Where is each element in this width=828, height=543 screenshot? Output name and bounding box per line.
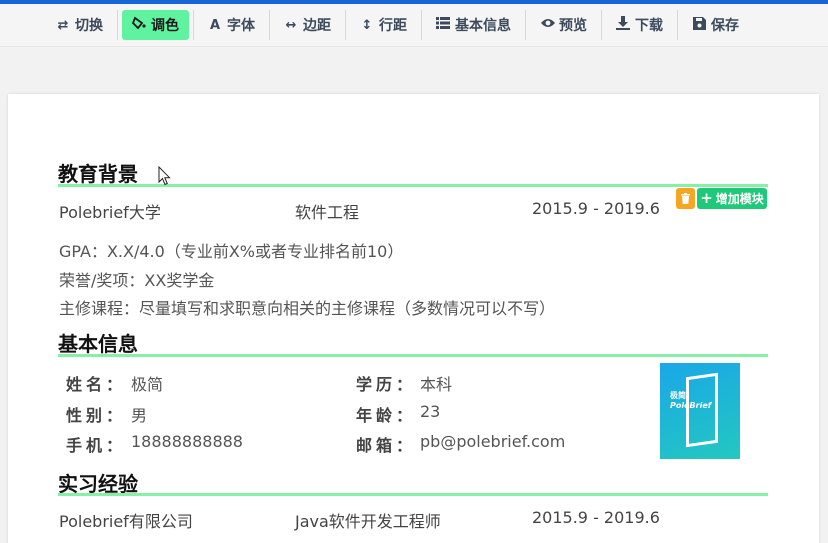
toolbar-divider <box>525 10 526 40</box>
internship-period[interactable]: 2015.9 - 2019.6 <box>532 508 660 527</box>
floppy-disk-icon <box>692 16 706 34</box>
internship-company[interactable]: Polebrief有限公司 <box>59 508 193 532</box>
switch-label: 切换 <box>75 18 103 34</box>
avatar-logo-text: 极简 PoleBrief <box>670 391 712 410</box>
internship-divider <box>58 493 768 496</box>
line-spacing-label: 行距 <box>379 18 407 34</box>
resume-page: 教育背景 + 增加模块 Polebrief大学 软件工程 2015.9 - 20… <box>8 94 819 543</box>
name-value[interactable]: 极简 <box>131 371 163 395</box>
avatar[interactable]: 极简 PoleBrief <box>660 363 740 459</box>
toolbar-divider <box>421 10 422 40</box>
line-spacing-button[interactable]: ↕ 行距 <box>350 10 417 40</box>
gender-label: 性别： <box>66 406 127 425</box>
switch-button[interactable]: ⇄ 切换 <box>46 10 113 40</box>
degree-value[interactable]: 本科 <box>420 371 452 395</box>
education-school[interactable]: Polebrief大学 <box>59 199 161 223</box>
font-icon: A <box>209 17 221 33</box>
preview-label: 预览 <box>559 18 587 34</box>
education-title[interactable]: 教育背景 <box>58 158 138 187</box>
education-honors[interactable]: 荣誉/奖项：XX奖学金 <box>59 267 214 291</box>
basic-info-button[interactable]: 基本信息 <box>426 10 521 40</box>
color-button[interactable]: 调色 <box>122 10 189 40</box>
education-gpa[interactable]: GPA：X.X/4.0（专业前X%或者专业排名前10） <box>59 238 403 262</box>
delete-module-button[interactable] <box>676 188 695 209</box>
toolbar-divider <box>601 10 602 40</box>
basic-info-label: 基本信息 <box>455 18 511 34</box>
vertical-arrows-icon: ↕ <box>361 17 373 33</box>
phone-value[interactable]: 18888888888 <box>131 432 243 451</box>
name-label: 姓名： <box>66 375 127 394</box>
save-button[interactable]: 保存 <box>682 10 749 40</box>
education-courses[interactable]: 主修课程：尽量填写和求职意向相关的主修课程（多数情况可以不写） <box>59 295 555 319</box>
education-period[interactable]: 2015.9 - 2019.6 <box>532 199 660 218</box>
download-label: 下载 <box>635 18 663 34</box>
plus-icon: + <box>700 189 713 207</box>
age-label: 年龄： <box>356 406 417 425</box>
save-label: 保存 <box>711 18 739 34</box>
degree-label: 学历： <box>356 375 417 394</box>
age-value[interactable]: 23 <box>420 402 440 421</box>
education-major[interactable]: 软件工程 <box>295 199 359 223</box>
swap-icon: ⇄ <box>57 17 69 33</box>
toolbar: ⇄ 切换 调色 A 字体 ↔ 边距 ↕ 行距 基本信息 预览 下载 保存 <box>0 4 828 47</box>
gender-value[interactable]: 男 <box>131 402 147 426</box>
add-module-button[interactable]: + 增加模块 <box>697 188 767 209</box>
mouse-cursor-icon <box>158 166 171 186</box>
grid-list-icon <box>436 17 450 33</box>
internship-position[interactable]: Java软件开发工程师 <box>295 508 441 532</box>
download-button[interactable]: 下载 <box>606 10 673 40</box>
download-icon <box>616 16 630 34</box>
trash-icon <box>681 193 690 204</box>
toolbar-divider <box>117 10 118 40</box>
toolbar-divider <box>193 10 194 40</box>
toolbar-divider <box>345 10 346 40</box>
basic-info-divider <box>58 354 768 357</box>
email-value[interactable]: pb@polebrief.com <box>420 432 565 451</box>
margin-button[interactable]: ↔ 边距 <box>274 10 341 40</box>
preview-button[interactable]: 预览 <box>530 10 597 40</box>
add-module-label: 增加模块 <box>715 192 764 206</box>
basic-info-title[interactable]: 基本信息 <box>58 328 138 357</box>
phone-label: 手机： <box>66 436 127 455</box>
paint-bucket-icon <box>131 16 146 34</box>
email-label: 邮箱： <box>356 436 417 455</box>
color-label: 调色 <box>151 18 179 34</box>
toolbar-divider <box>677 10 678 40</box>
eye-icon <box>540 17 555 33</box>
font-button[interactable]: A 字体 <box>198 10 265 40</box>
horizontal-arrows-icon: ↔ <box>285 17 297 33</box>
margin-label: 边距 <box>303 18 331 34</box>
font-label: 字体 <box>227 18 255 34</box>
toolbar-divider <box>269 10 270 40</box>
